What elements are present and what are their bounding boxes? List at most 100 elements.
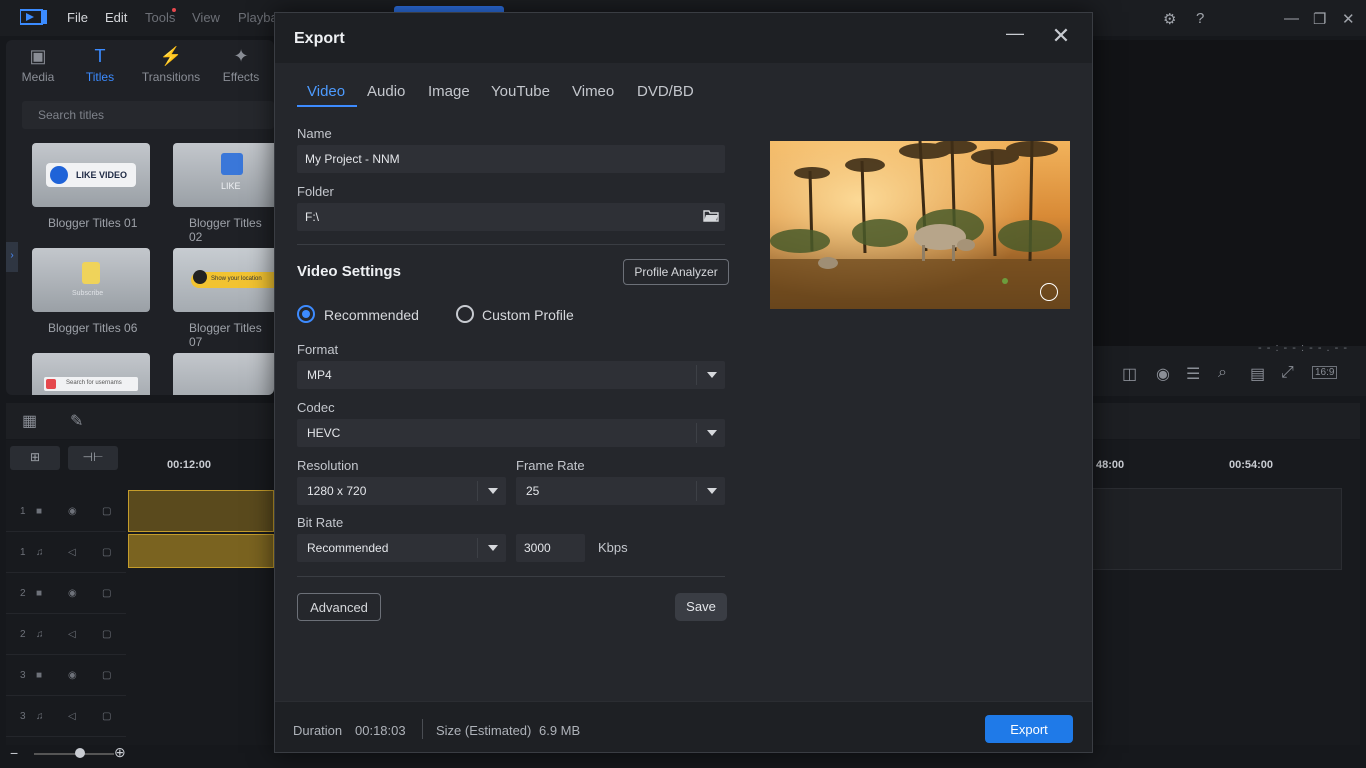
title-thumb[interactable]	[173, 353, 274, 395]
tab-vimeo[interactable]: Vimeo	[572, 83, 614, 100]
dialog-footer: Duration 00:18:03 Size (Estimated) 6.9 M…	[275, 701, 1092, 752]
aspect-ratio-button[interactable]: 16:9	[1312, 366, 1338, 379]
tab-effects[interactable]: ✦ Effects	[211, 46, 271, 84]
eye-icon[interactable]: ◉	[68, 670, 77, 681]
minimize-dialog-icon[interactable]: —	[1004, 23, 1026, 49]
edit-pen-icon[interactable]: ✎	[70, 411, 83, 431]
codec-select[interactable]: HEVC	[297, 419, 725, 447]
tab-dvd-bd[interactable]: DVD/BD	[637, 83, 694, 100]
preview-timecode: - - : - - : - - . - -	[1258, 342, 1349, 354]
title-thumb[interactable]: Subscribe	[32, 248, 150, 312]
dialog-title: Export	[294, 30, 345, 47]
recommended-radio[interactable]	[297, 305, 315, 323]
menu-file[interactable]: File	[67, 10, 88, 25]
codec-label: Codec	[297, 400, 335, 415]
advanced-button[interactable]: Advanced	[297, 593, 381, 621]
resolution-value: 1280 x 720	[307, 484, 367, 498]
volume-icon[interactable]: ◁	[68, 629, 76, 640]
timeline-clip[interactable]	[1092, 488, 1342, 570]
zoom-preview-icon[interactable]: ⌕	[1218, 364, 1227, 382]
profile-analyzer-button[interactable]: Profile Analyzer	[623, 259, 729, 285]
select-separator	[696, 423, 697, 443]
title-thumb[interactable]: Show your location	[173, 248, 274, 312]
tab-youtube[interactable]: YouTube	[491, 83, 550, 100]
ruler-time: 48:00	[1096, 459, 1125, 471]
play-speed-icon[interactable]: ◉	[1156, 364, 1170, 384]
title-thumb[interactable]: LIKE	[173, 143, 274, 207]
tab-media[interactable]: ▣ Media	[8, 46, 68, 84]
track-number: 1	[20, 547, 26, 558]
audio-clip[interactable]	[128, 534, 274, 568]
collapse-panel-icon[interactable]: ›	[6, 242, 18, 272]
restore-icon[interactable]: ❐	[1313, 10, 1326, 28]
track-header[interactable]: 3 ■ ◉ ▢	[6, 656, 126, 696]
title-thumb[interactable]: LIKE VIDEO	[32, 143, 150, 207]
chevron-down-icon	[488, 488, 498, 494]
timeline-layout-icon[interactable]: ▦	[22, 411, 37, 431]
lock-icon[interactable]: ▢	[102, 506, 111, 517]
settings-icon[interactable]: ⚙	[1163, 10, 1176, 28]
track-header[interactable]: 2 ■ ◉ ▢	[6, 574, 126, 614]
volume-icon[interactable]: ◁	[68, 547, 76, 558]
minimize-icon[interactable]: —	[1284, 10, 1299, 27]
volume-icon[interactable]: ◁	[68, 711, 76, 722]
zoom-slider-handle[interactable]	[75, 748, 85, 758]
menu-tools[interactable]: Tools	[145, 10, 175, 25]
eye-icon[interactable]: ◉	[68, 506, 77, 517]
lock-icon[interactable]: ▢	[102, 629, 111, 640]
close-app-icon[interactable]: ✕	[1342, 10, 1355, 28]
lock-icon[interactable]: ▢	[102, 670, 111, 681]
folder-open-icon[interactable]	[703, 208, 719, 225]
search-titles-input[interactable]: Search titles	[22, 101, 274, 129]
title-thumb[interactable]: Search for usernams	[32, 353, 150, 395]
track-header[interactable]: 1 ♫ ◁ ▢	[6, 533, 126, 573]
resolution-select[interactable]: 1280 x 720	[297, 477, 506, 505]
zoom-in-icon[interactable]: ⊕	[114, 744, 126, 761]
tab-transitions[interactable]: ⚡ Transitions	[141, 46, 201, 84]
lock-icon[interactable]: ▢	[102, 588, 111, 599]
fullscreen-icon[interactable]: ⤢	[1281, 364, 1294, 382]
list-icon[interactable]: ☰	[1186, 364, 1200, 384]
menu-view[interactable]: View	[192, 10, 220, 25]
close-dialog-icon[interactable]: ✕	[1049, 23, 1073, 49]
menu-edit[interactable]: Edit	[105, 10, 127, 25]
eye-icon[interactable]: ◉	[68, 588, 77, 599]
video-clip[interactable]	[128, 490, 274, 532]
recommended-radio-label: Recommended	[324, 307, 419, 323]
format-select[interactable]: MP4	[297, 361, 725, 389]
menu-playback[interactable]: Playba	[238, 10, 278, 25]
track-header[interactable]: 1 ■ ◉ ▢	[6, 492, 126, 532]
zoom-slider-track[interactable]	[34, 753, 114, 755]
track-header[interactable]: 2 ♫ ◁ ▢	[6, 615, 126, 655]
lock-icon[interactable]: ▢	[102, 547, 111, 558]
track-header[interactable]: 3 ♫ ◁ ▢	[6, 697, 126, 737]
bit-rate-input[interactable]: 3000	[516, 534, 585, 562]
bit-rate-value: Recommended	[307, 541, 389, 555]
tab-video[interactable]: Video	[307, 83, 345, 100]
name-field[interactable]: My Project - NNM	[297, 145, 725, 173]
export-preview-image	[770, 141, 1070, 309]
tab-titles[interactable]: T Titles	[70, 46, 130, 84]
custom-profile-radio[interactable]	[456, 305, 474, 323]
frame-rate-select[interactable]: 25	[516, 477, 725, 505]
library-panel: ▣ Media T Titles ⚡ Transitions ✦ Effects…	[6, 40, 274, 395]
split-view-icon[interactable]: ▤	[1250, 364, 1265, 384]
duration-value: 00:18:03	[355, 723, 406, 738]
tab-image[interactable]: Image	[428, 83, 470, 100]
save-button[interactable]: Save	[675, 593, 727, 621]
help-icon[interactable]: ?	[1196, 10, 1204, 27]
track-number: 3	[20, 711, 26, 722]
thumbs-up-icon	[50, 166, 68, 184]
tab-audio[interactable]: Audio	[367, 83, 405, 100]
split-button[interactable]: ⊣⊢	[68, 446, 118, 470]
add-track-button[interactable]: ⊞	[10, 446, 60, 470]
format-value: MP4	[307, 368, 332, 382]
snapshot-icon[interactable]: ◫	[1122, 364, 1137, 384]
lock-icon[interactable]: ▢	[102, 711, 111, 722]
zoom-out-icon[interactable]: −	[10, 745, 18, 761]
export-button[interactable]: Export	[985, 715, 1073, 743]
bit-rate-label: Bit Rate	[297, 515, 344, 530]
folder-field[interactable]: F:\	[297, 203, 725, 231]
bit-rate-select[interactable]: Recommended	[297, 534, 506, 562]
track-number: 1	[20, 506, 26, 517]
